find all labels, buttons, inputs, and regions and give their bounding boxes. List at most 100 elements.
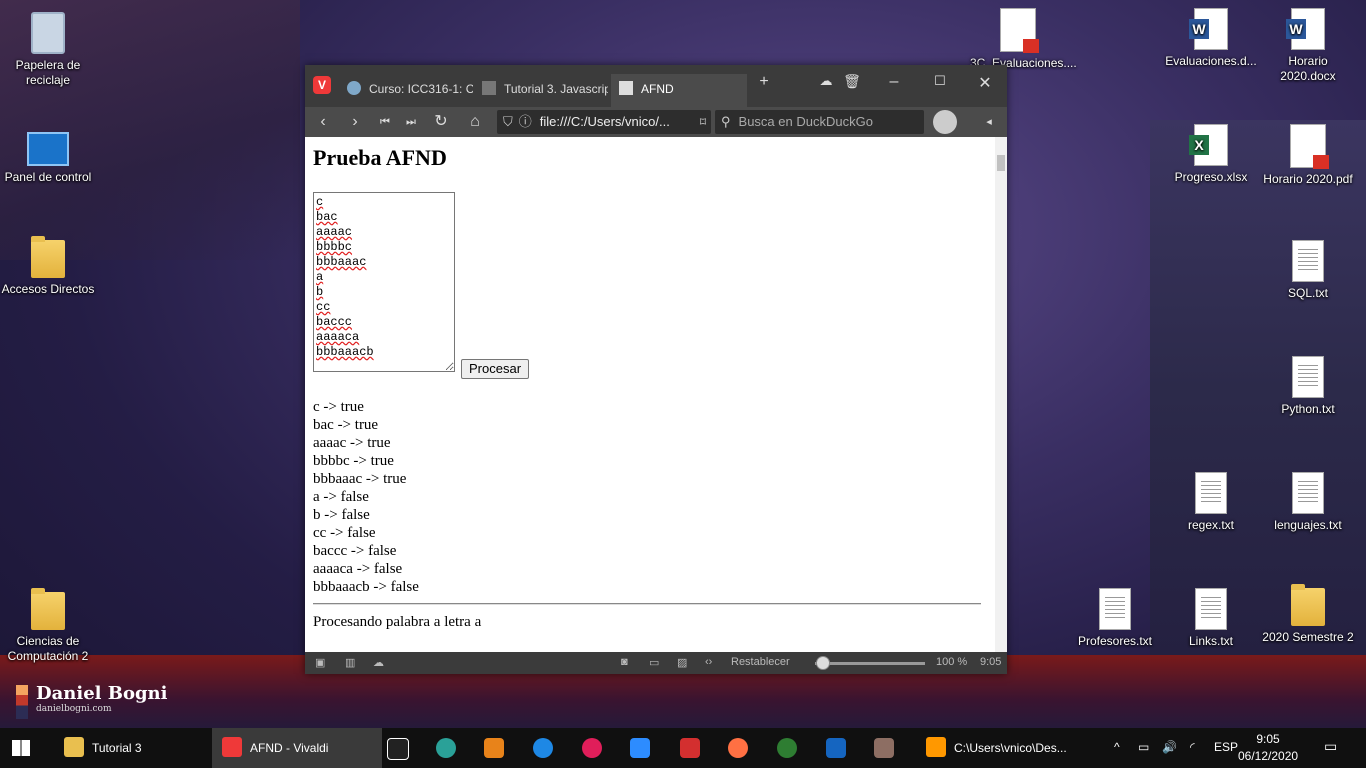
tab-curso[interactable]: Curso: ICC316-1: C: [339, 74, 473, 107]
taskbar: Tutorial 3 AFND - Vivaldi C:\Users\vnico…: [0, 728, 1366, 768]
result-line: aaaac -> true: [313, 435, 391, 451]
desktop-icon-python[interactable]: Python.txt: [1260, 356, 1356, 417]
image-icon[interactable]: ▨: [677, 656, 687, 669]
sublime-icon: [926, 737, 946, 757]
screenshot-icon[interactable]: ◙: [621, 656, 628, 668]
desktop-icon-horario-docx[interactable]: W Horario 2020.docx: [1260, 8, 1356, 84]
desktop-icon-ciencias[interactable]: Ciencias de Computación 2: [0, 588, 96, 664]
sync-cloud-icon[interactable]: ☁: [373, 656, 384, 669]
wifi-icon[interactable]: ◜: [1190, 740, 1195, 754]
battery-icon[interactable]: ▭: [1138, 740, 1149, 754]
notifications-icon[interactable]: ▭: [1324, 738, 1337, 755]
scrollbar-thumb[interactable]: [997, 155, 1005, 171]
desktop-icon-progreso[interactable]: X Progreso.xlsx: [1163, 124, 1259, 185]
search-input[interactable]: ⚲ Busca en DuckDuckGo: [715, 110, 924, 134]
tab-afnd[interactable]: AFND: [611, 74, 747, 107]
desktop-icon-lenguajes[interactable]: lenguajes.txt: [1260, 472, 1356, 533]
folder-icon: [31, 236, 65, 278]
taskbar-item-sublime[interactable]: C:\Users\vnico\Des...: [920, 728, 1076, 768]
volume-icon[interactable]: 🔊: [1162, 740, 1177, 754]
app-icon[interactable]: [826, 738, 846, 758]
panel-toggle-icon[interactable]: ◂: [977, 112, 1001, 132]
zoom-slider-handle[interactable]: [816, 656, 830, 670]
tab-label: Curso: ICC316-1: C: [369, 82, 473, 96]
reload-icon[interactable]: ↻: [429, 112, 453, 132]
intellij-icon[interactable]: [387, 738, 409, 760]
desktop-icon-label: Horario 2020.docx: [1280, 54, 1336, 83]
desktop-icon-recycle-bin[interactable]: Papelera de reciclaje: [0, 8, 96, 88]
zoom-icon[interactable]: [630, 738, 650, 758]
desktop-icon-accesos-directos[interactable]: Accesos Directos: [0, 236, 96, 297]
app-icon[interactable]: [436, 738, 456, 758]
words-textarea[interactable]: [313, 192, 455, 372]
desktop-icon-profesores[interactable]: Profesores.txt: [1067, 588, 1163, 649]
slack-icon[interactable]: [582, 738, 602, 758]
vivaldi-menu-icon[interactable]: V: [313, 76, 331, 94]
tab-tiling-icon[interactable]: ▥: [345, 656, 355, 669]
desktop-icon-label: Ciencias de Computación 2: [7, 634, 89, 663]
result-line: bbbaaac -> true: [313, 471, 407, 487]
zoom-level: 100 %: [936, 656, 968, 668]
recycle-bin-icon: [31, 12, 65, 54]
brand-name: Daniel Bogni: [36, 683, 168, 704]
desktop-icon-evaluaciones-docx[interactable]: W Evaluaciones.d...: [1163, 8, 1259, 69]
app-icon[interactable]: [533, 738, 553, 758]
desktop-icon-label: 2020 Semestre 2: [1262, 630, 1354, 644]
desktop-icon-horario-pdf[interactable]: Horario 2020.pdf: [1260, 124, 1356, 187]
desktop-icon-control-panel[interactable]: Panel de control: [0, 124, 96, 185]
trash-icon[interactable]: 🗑: [837, 73, 867, 90]
show-hidden-icons-icon[interactable]: ^: [1114, 740, 1120, 754]
result-line: b -> false: [313, 507, 370, 523]
new-tab-button[interactable]: +: [749, 73, 779, 91]
desktop-icon-evaluaciones-pdf[interactable]: 3C_Evaluaciones....: [970, 8, 1077, 71]
clock-time: 9:05: [1256, 732, 1280, 746]
desktop-icon-links[interactable]: Links.txt: [1163, 588, 1259, 649]
maximize-button[interactable]: ☐: [925, 73, 955, 89]
browser-window: V Curso: ICC316-1: C Tutorial 3. Javascr…: [305, 65, 1007, 674]
window-icon[interactable]: ▭: [649, 656, 659, 669]
desktop-icon-regex[interactable]: regex.txt: [1163, 472, 1259, 533]
windows-start-icon[interactable]: [12, 740, 30, 756]
language-indicator[interactable]: ESP: [1214, 740, 1238, 754]
shield-icon[interactable]: ⛉: [503, 114, 513, 129]
minimize-button[interactable]: –: [879, 73, 909, 91]
home-icon[interactable]: ⌂: [463, 112, 487, 132]
zoom-reset-link[interactable]: Restablecer: [731, 656, 790, 668]
url-input[interactable]: ⛉ ⓘ file:///C:/Users/vnico/...: [497, 110, 711, 134]
page-scrollbar[interactable]: [995, 137, 1007, 652]
page-content: Prueba AFND Procesar c -> true bac -> tr…: [305, 137, 995, 652]
desktop-icon-semestre[interactable]: 2020 Semestre 2: [1260, 584, 1356, 645]
network-tool-icon[interactable]: [484, 738, 504, 758]
bookmark-icon[interactable]: ⌑: [691, 112, 715, 132]
back-icon[interactable]: ‹: [311, 112, 335, 132]
profile-avatar[interactable]: [933, 110, 957, 134]
info-icon[interactable]: ⓘ: [519, 114, 532, 129]
page-icon: [482, 81, 496, 95]
app-icon[interactable]: [728, 738, 748, 758]
hotspot-icon[interactable]: [777, 738, 797, 758]
app-icon[interactable]: [874, 738, 894, 758]
zoom-slider[interactable]: [815, 662, 925, 665]
panel-icon[interactable]: ▣: [315, 656, 325, 669]
taskbar-item-tutorial3[interactable]: Tutorial 3: [52, 728, 214, 768]
download-icon[interactable]: [680, 738, 700, 758]
procesar-button[interactable]: Procesar: [461, 359, 530, 379]
tab-tutorial[interactable]: Tutorial 3. Javascrip: [474, 74, 608, 107]
forward-icon[interactable]: ›: [343, 112, 367, 132]
fast-forward-icon[interactable]: ⏭: [399, 112, 423, 132]
desktop-icon-label: lenguajes.txt: [1274, 518, 1342, 532]
desktop-icon-label: Profesores.txt: [1077, 634, 1153, 648]
rewind-icon[interactable]: ⏮: [373, 112, 397, 132]
wallpaper-brand: Daniel Bogni danielbogni.com: [16, 683, 168, 719]
tab-label: Tutorial 3. Javascrip: [504, 82, 608, 96]
tab-label: AFND: [641, 82, 674, 96]
url-text: file:///C:/Users/vnico/...: [539, 114, 670, 129]
code-icon[interactable]: ‹›: [705, 656, 712, 668]
taskbar-clock[interactable]: 9:05 06/12/2020: [1238, 731, 1298, 765]
desktop-icon-label: Accesos Directos: [1, 282, 95, 296]
taskbar-item-label: C:\Users\vnico\Des...: [954, 741, 1067, 755]
close-button[interactable]: ✕: [970, 73, 1000, 93]
taskbar-item-vivaldi[interactable]: AFND - Vivaldi: [212, 728, 382, 768]
desktop-icon-label: Papelera de reciclaje: [15, 58, 81, 87]
desktop-icon-sql[interactable]: SQL.txt: [1260, 240, 1356, 301]
